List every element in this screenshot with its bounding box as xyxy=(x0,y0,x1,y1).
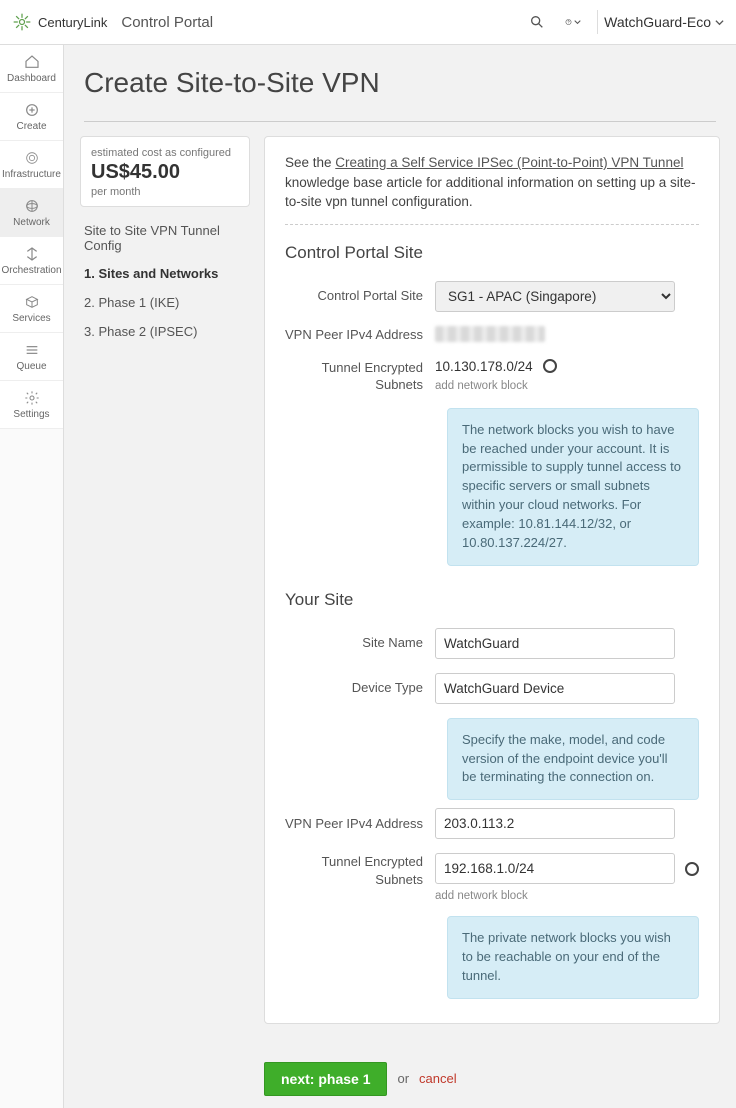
nav-label: Create xyxy=(16,121,46,132)
cost-box: estimated cost as configured US$45.00 pe… xyxy=(80,136,250,207)
chevron-down-icon xyxy=(715,18,724,27)
your-vpn-peer-input[interactable] xyxy=(435,808,675,839)
device-type-input[interactable] xyxy=(435,673,675,704)
orchestration-icon xyxy=(24,245,40,263)
kb-suffix: knowledge base article for additional in… xyxy=(285,175,696,210)
chevron-down-icon xyxy=(574,14,581,30)
gear-icon xyxy=(24,389,40,407)
label-device-type: Device Type xyxy=(285,679,435,697)
brand-text: CenturyLink xyxy=(38,15,107,30)
label-site-name: Site Name xyxy=(285,634,435,652)
your-subnet-input[interactable] xyxy=(435,853,675,884)
cp-subnet-value: 10.130.178.0/24 xyxy=(435,359,533,374)
account-name: WatchGuard-Eco xyxy=(604,14,711,30)
cancel-link[interactable]: cancel xyxy=(419,1071,457,1086)
kb-link[interactable]: Creating a Self Service IPSec (Point-to-… xyxy=(335,155,683,170)
remove-subnet-icon[interactable] xyxy=(543,359,557,373)
network-icon xyxy=(24,197,40,215)
control-site-select[interactable]: SG1 - APAC (Singapore) xyxy=(435,281,675,312)
queue-icon xyxy=(24,341,40,359)
info-your-subnets: The private network blocks you wish to b… xyxy=(447,916,699,999)
config-step-2[interactable]: 2. Phase 1 (IKE) xyxy=(80,288,250,317)
label-tunnel-subnets: Tunnel Encrypted Subnets xyxy=(285,359,435,394)
topbar: CenturyLink Control Portal WatchGuard-Ec… xyxy=(0,0,736,45)
section-control-portal-site: Control Portal Site xyxy=(285,243,699,263)
nav-services[interactable]: Services xyxy=(0,285,63,333)
nav-label: Dashboard xyxy=(7,73,56,84)
info-cp-subnets: The network blocks you wish to have be r… xyxy=(447,408,699,566)
section-your-site: Your Site xyxy=(285,590,699,610)
cost-period: per month xyxy=(91,186,239,198)
topbar-separator xyxy=(597,10,598,34)
nav-dashboard[interactable]: Dashboard xyxy=(0,45,63,93)
help-icon[interactable] xyxy=(565,14,581,30)
main-content: Create Site-to-Site VPN estimated cost a… xyxy=(64,45,736,1108)
config-step-3[interactable]: 3. Phase 2 (IPSEC) xyxy=(80,317,250,346)
services-icon xyxy=(24,293,40,311)
nav-infrastructure[interactable]: Infrastructure xyxy=(0,141,63,189)
account-switcher[interactable]: WatchGuard-Eco xyxy=(604,14,724,30)
next-button[interactable]: next: phase 1 xyxy=(264,1062,387,1096)
brand-logo[interactable]: CenturyLink xyxy=(12,12,107,32)
kb-intro: See the Creating a Self Service IPSec (P… xyxy=(285,153,699,212)
nav-label: Settings xyxy=(13,409,49,420)
nav-label: Queue xyxy=(16,361,46,372)
or-text: or xyxy=(397,1071,409,1086)
page-title: Create Site-to-Site VPN xyxy=(84,67,716,99)
nav-network[interactable]: Network xyxy=(0,189,63,237)
portal-label: Control Portal xyxy=(121,14,213,31)
infrastructure-icon xyxy=(24,149,40,167)
add-network-block-link[interactable]: add network block xyxy=(435,380,528,392)
page-divider xyxy=(84,121,716,122)
nav-orchestration[interactable]: Orchestration xyxy=(0,237,63,285)
remove-subnet-icon[interactable] xyxy=(685,862,699,876)
config-step-1[interactable]: 1. Sites and Networks xyxy=(80,259,250,288)
cp-vpn-peer-value-redacted xyxy=(435,326,545,342)
cost-amount: US$45.00 xyxy=(91,161,239,184)
home-icon xyxy=(24,53,40,71)
config-steps-nav: Site to Site VPN Tunnel Config 1. Sites … xyxy=(80,221,250,346)
config-nav-title: Site to Site VPN Tunnel Config xyxy=(80,221,250,259)
dotted-divider xyxy=(285,224,699,225)
nav-settings[interactable]: Settings xyxy=(0,381,63,429)
label-your-tunnel-subnets: Tunnel Encrypted Subnets xyxy=(285,853,435,888)
cost-label: estimated cost as configured xyxy=(91,147,239,159)
nav-label: Orchestration xyxy=(1,265,61,276)
site-name-input[interactable] xyxy=(435,628,675,659)
nav-label: Services xyxy=(12,313,50,324)
nav-create[interactable]: Create xyxy=(0,93,63,141)
footer-actions: next: phase 1 or cancel xyxy=(64,1062,736,1108)
label-your-vpn-peer: VPN Peer IPv4 Address xyxy=(285,815,435,833)
label-vpn-peer: VPN Peer IPv4 Address xyxy=(285,326,435,344)
add-network-block-link-2[interactable]: add network block xyxy=(435,890,528,902)
nav-queue[interactable]: Queue xyxy=(0,333,63,381)
centurylink-logo-icon xyxy=(12,12,32,32)
info-device-type: Specify the make, model, and code versio… xyxy=(447,718,699,801)
form-panel: See the Creating a Self Service IPSec (P… xyxy=(264,136,720,1024)
search-icon[interactable] xyxy=(529,14,545,30)
plus-circle-icon xyxy=(24,101,40,119)
side-nav: Dashboard Create Infrastructure Network … xyxy=(0,45,64,1108)
nav-label: Network xyxy=(13,217,50,228)
nav-label: Infrastructure xyxy=(2,169,61,180)
label-control-site: Control Portal Site xyxy=(285,287,435,305)
kb-prefix: See the xyxy=(285,155,335,170)
